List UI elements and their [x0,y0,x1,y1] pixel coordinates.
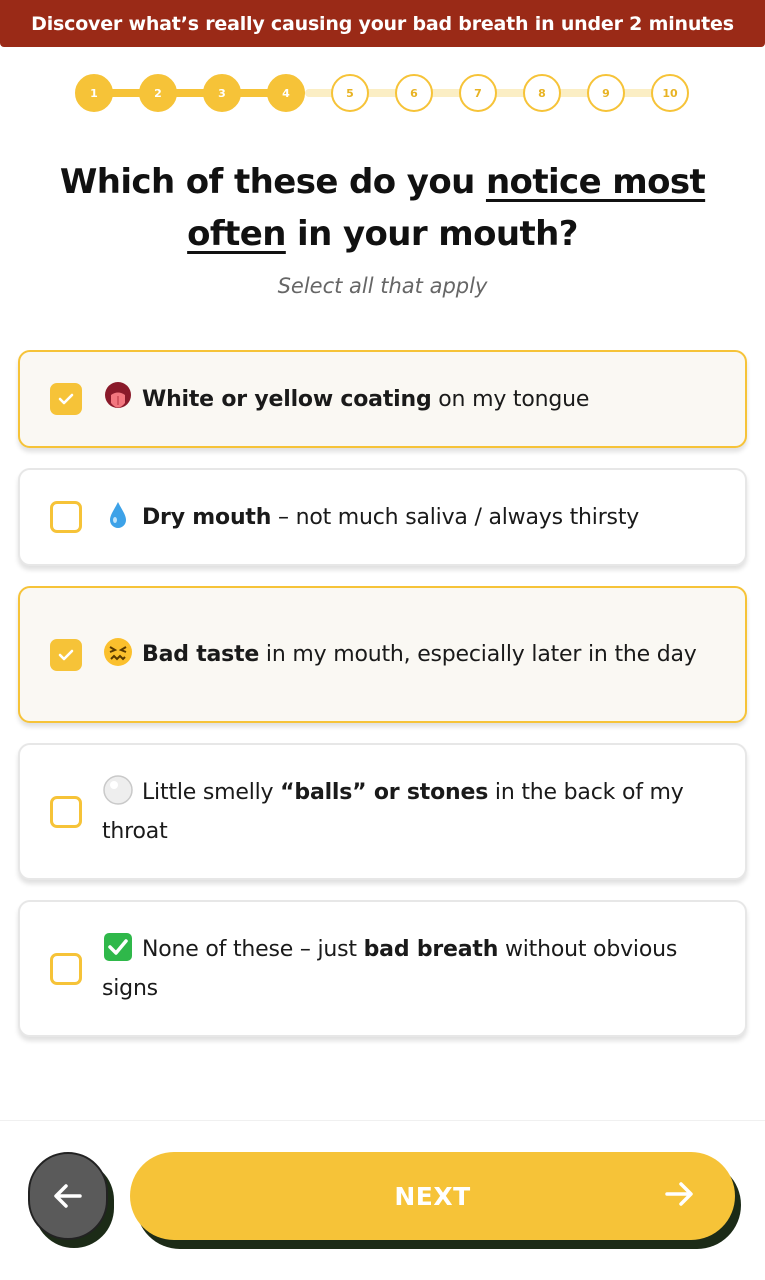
option-label-rest: – not much saliva / always thirsty [271,504,640,530]
option-label-bold: “balls” or stones [280,779,489,805]
option-tonsil-stones[interactable]: Little smelly “balls” or stones in the b… [18,743,747,880]
white-circle-emoji-icon [102,774,134,806]
option-dry-mouth[interactable]: Dry mouth – not much saliva / always thi… [18,468,747,566]
progress-step-8: 8 [523,74,561,112]
question-text-start: Which of these do you [59,162,486,202]
droplet-emoji-icon [102,499,134,531]
progress-step-4: 4 [267,74,305,112]
option-label-bold: Dry mouth [142,504,272,530]
option-checkbox[interactable] [50,952,82,985]
confounded-face-emoji-icon [102,636,134,668]
option-label-rest: in my mouth, especially later in the day [259,642,697,667]
question-title: Which of these do you notice most often … [30,156,735,260]
arrow-left-icon [54,1184,82,1208]
option-label-bold: Bad taste [142,642,260,667]
option-none[interactable]: None of these – just bad breath without … [18,900,747,1037]
progress-step-1: 1 [75,74,113,112]
option-checkbox-checked[interactable] [50,383,82,415]
option-label-bold: bad breath [363,936,499,962]
tongue-emoji-icon [102,381,134,413]
option-label: Bad taste in my mouth, especially later … [102,635,715,674]
progress-step-5: 5 [331,74,369,112]
progress-step-7: 7 [459,74,497,112]
progress-step-2: 2 [139,74,177,112]
option-bad-taste[interactable]: Bad taste in my mouth, especially later … [18,586,747,723]
check-mark-emoji-icon [102,931,134,963]
option-checkbox[interactable] [50,795,82,828]
next-button-label: NEXT [394,1181,471,1211]
progress-step-3: 3 [203,74,241,112]
option-checkbox-checked[interactable] [50,638,82,671]
checkmark-icon [58,393,74,405]
progress-step-9: 9 [587,74,625,112]
arrow-right-icon [665,1182,693,1206]
progress-stepper: 1 2 3 4 5 6 7 8 9 10 [75,74,690,112]
option-label-prefix: Little smelly [142,779,281,805]
progress-step-6: 6 [395,74,433,112]
option-label: White or yellow coating on my tongue [102,380,715,419]
option-label: Dry mouth – not much saliva / always thi… [102,498,715,537]
back-button[interactable] [28,1152,108,1240]
top-banner: Discover what’s really causing your bad … [0,0,765,47]
option-label-bold: White or yellow coating [142,386,432,412]
option-white-coating[interactable]: White or yellow coating on my tongue [18,350,747,448]
progress-step-10: 10 [651,74,689,112]
option-label: None of these – just bad breath without … [102,930,715,1008]
question-text-end: in your mouth? [285,214,578,254]
next-button[interactable]: NEXT [130,1152,735,1240]
footer-divider [0,1120,765,1121]
question-subtitle: Select all that apply [277,274,488,298]
option-label: Little smelly “balls” or stones in the b… [102,773,715,851]
option-label-rest: on my tongue [431,386,590,412]
checkmark-icon [58,649,74,660]
option-checkbox[interactable] [50,501,82,533]
option-label-prefix: None of these – just [142,936,364,962]
